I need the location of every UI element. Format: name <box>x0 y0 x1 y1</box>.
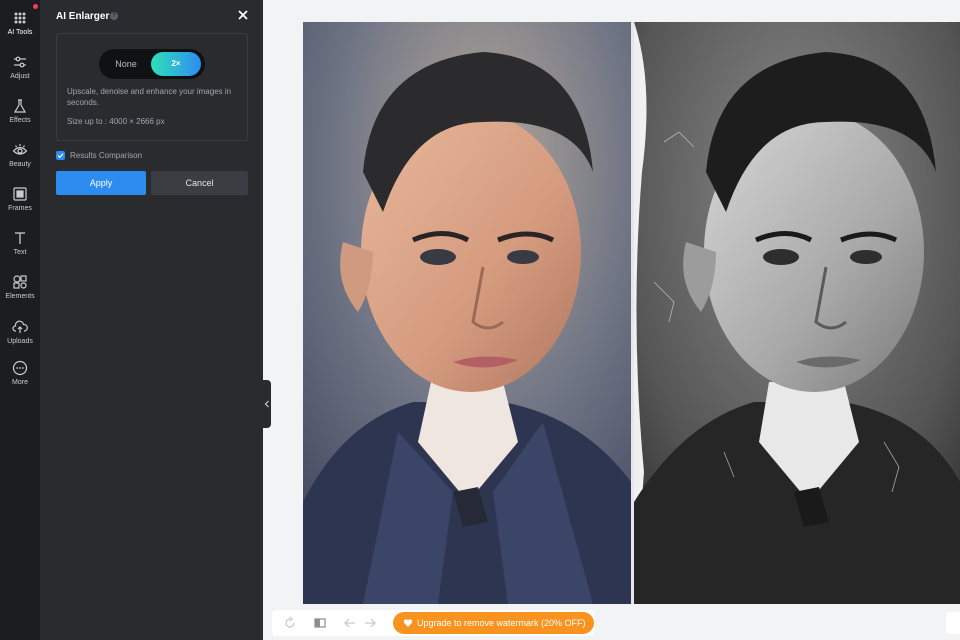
edge-control[interactable] <box>946 612 960 634</box>
panel-title: AI Enlarger <box>56 11 110 22</box>
rail-item-frames[interactable]: Frames <box>0 182 40 222</box>
rail-item-elements[interactable]: Elements <box>0 270 40 310</box>
enhanced-photo <box>303 22 631 604</box>
eye-icon <box>12 144 28 155</box>
original-photo <box>634 22 960 604</box>
more-icon <box>12 360 28 376</box>
original-portrait-illustration <box>634 22 960 604</box>
rail-item-ai-tools[interactable]: AI Tools <box>0 6 40 46</box>
rail-label-beauty: Beauty <box>9 161 31 168</box>
undo-icon[interactable] <box>342 615 358 631</box>
rail-item-uploads[interactable]: Uploads <box>0 315 40 355</box>
upgrade-watermark-button[interactable]: Upgrade to remove watermark (20% OFF) <box>393 612 594 634</box>
rail-item-adjust[interactable]: Adjust <box>0 50 40 90</box>
max-size-text: Size up to : 4000 × 2666 px <box>67 117 165 126</box>
frame-icon <box>13 187 27 201</box>
enhanced-portrait-illustration <box>303 22 631 604</box>
rail-item-text[interactable]: Text <box>0 226 40 266</box>
toggle-option-2x[interactable]: 2× <box>151 52 201 76</box>
rail-label-more: More <box>12 379 28 386</box>
reset-icon[interactable] <box>282 615 298 631</box>
rail-label-uploads: Uploads <box>7 338 33 345</box>
tool-rail: AI Tools Adjust Effects Beauty Frames Te… <box>0 0 40 640</box>
compare-icon[interactable] <box>312 615 328 631</box>
rail-item-beauty[interactable]: Beauty <box>0 138 40 178</box>
rail-label-elements: Elements <box>5 293 35 300</box>
rail-label-ai-tools: AI Tools <box>7 29 33 36</box>
rail-label-text: Text <box>13 249 27 256</box>
chevron-left-icon <box>264 400 269 408</box>
rail-label-frames: Frames <box>8 205 32 212</box>
redo-icon[interactable] <box>362 615 378 631</box>
results-comparison-label: Results Comparison <box>70 151 143 160</box>
heart-icon <box>403 619 413 627</box>
upgrade-label: Upgrade to remove watermark (20% OFF) <box>417 618 586 628</box>
ai-enlarger-panel: AI Enlarger ? None 2× Upscale, denoise a… <box>40 0 263 640</box>
sliders-icon <box>14 56 26 68</box>
text-icon <box>15 232 25 244</box>
cancel-button[interactable]: Cancel <box>151 171 248 195</box>
collapse-panel-handle[interactable] <box>263 380 271 428</box>
toggle-option-none[interactable]: None <box>103 52 149 76</box>
shapes-icon <box>13 275 27 289</box>
help-icon[interactable]: ? <box>110 12 118 20</box>
enlarger-options-card: None 2× Upscale, denoise and enhance you… <box>56 33 248 141</box>
ai-tools-icon <box>14 12 26 24</box>
rail-item-effects[interactable]: Effects <box>0 94 40 134</box>
checkbox-checked-icon[interactable] <box>56 151 65 160</box>
close-icon[interactable] <box>236 8 250 22</box>
rail-label-adjust: Adjust <box>10 73 30 80</box>
rail-item-more[interactable]: More <box>0 356 40 396</box>
results-comparison-checkbox[interactable]: Results Comparison <box>56 151 142 160</box>
rail-label-effects: Effects <box>9 117 31 124</box>
apply-button[interactable]: Apply <box>56 171 146 195</box>
scale-toggle[interactable]: None 2× <box>99 49 205 79</box>
upload-cloud-icon <box>12 320 28 333</box>
flask-icon <box>13 99 27 113</box>
enlarger-description: Upscale, denoise and enhance your images… <box>67 87 232 107</box>
